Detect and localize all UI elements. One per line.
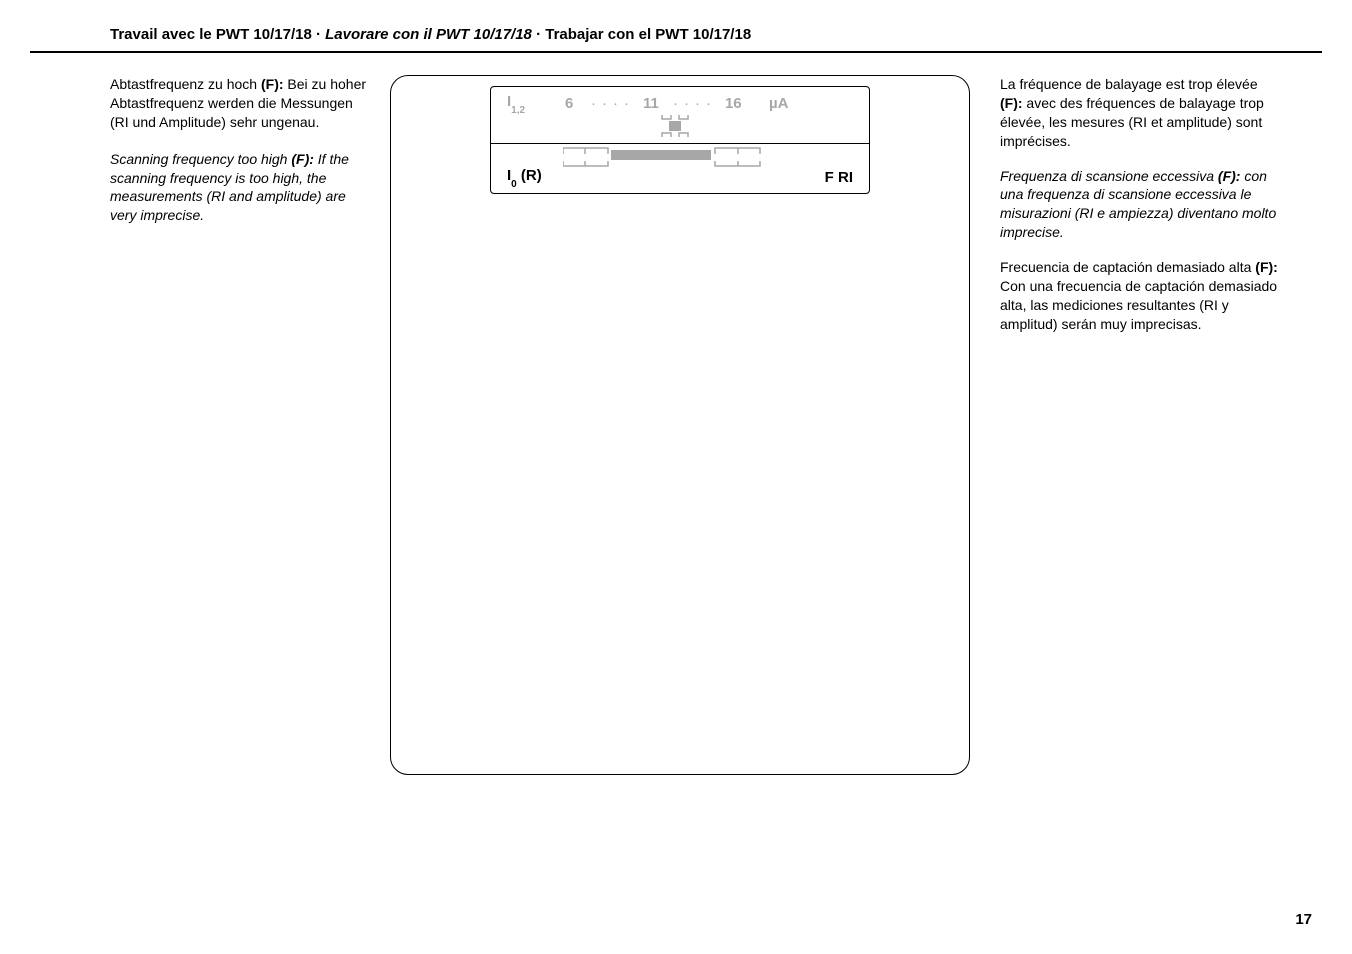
label-i0r: I0 (R) <box>507 167 542 187</box>
display-divider <box>491 143 869 144</box>
display-top-row: I1,2 6 ···· 11 ···· 16 µA <box>507 93 853 113</box>
de-text-pre: Abtastfrequenz zu hoch <box>110 76 261 92</box>
label-i12: I1,2 <box>507 93 555 113</box>
top-marker-icon <box>657 115 853 137</box>
center-column: I1,2 6 ···· 11 ···· 16 µA <box>390 75 970 775</box>
text-block-fr: La fréquence de balayage est trop élevée… <box>1000 75 1280 151</box>
right-column: La fréquence de balayage est trop élevée… <box>1000 75 1280 775</box>
text-block-it: Frequenza di scansione eccessiva (F): co… <box>1000 167 1280 243</box>
device-display: I1,2 6 ···· 11 ···· 16 µA <box>490 86 870 194</box>
text-block-de: Abtastfrequenz zu hoch (F): Bei zu hoher… <box>110 75 370 132</box>
en-text-pre: Scanning frequency too high <box>110 151 291 167</box>
display-scale-row <box>507 147 853 167</box>
scale-value-16: 16 <box>725 95 747 112</box>
it-text-bold: (F): <box>1218 168 1241 184</box>
header-text-fr: Travail avec le PWT 10/17/18 · <box>110 26 325 43</box>
fr-text-pre: La fréquence de balayage est trop élevée <box>1000 76 1258 92</box>
es-text-pre: Frecuencia de captación demasiado alta <box>1000 259 1255 275</box>
bottom-scale-icon <box>563 147 783 165</box>
scale-dots-2: ···· <box>673 95 717 112</box>
label-fri: F RI <box>825 169 853 186</box>
page-number: 17 <box>1295 911 1312 928</box>
en-text-bold: (F): <box>291 151 314 167</box>
text-block-es: Frecuencia de captación demasiado alta (… <box>1000 258 1280 334</box>
fr-text-post: avec des fréquences de balayage trop éle… <box>1000 95 1264 149</box>
es-text-bold: (F): <box>1255 259 1278 275</box>
es-text-post: Con una frecuencia de captación demasiad… <box>1000 278 1277 332</box>
de-text-bold: (F): <box>261 76 284 92</box>
header-text-es: · Trabajar con el PWT 10/17/18 <box>532 26 751 43</box>
fr-text-bold: (F): <box>1000 95 1023 111</box>
header-text-it: Lavorare con il PWT 10/17/18 <box>325 26 532 43</box>
scale-value-6: 6 <box>565 95 583 112</box>
display-bottom-row: I0 (R) F RI <box>507 167 853 187</box>
left-column: Abtastfrequenz zu hoch (F): Bei zu hoher… <box>110 75 370 775</box>
scale-dots-1: ···· <box>591 95 635 112</box>
scale-value-11: 11 <box>643 95 665 112</box>
it-text-pre: Frequenza di scansione eccessiva <box>1000 168 1218 184</box>
text-block-en: Scanning frequency too high (F): If the … <box>110 150 370 226</box>
page-header: Travail avec le PWT 10/17/18 · Lavorare … <box>30 26 1322 53</box>
device-outline: I1,2 6 ···· 11 ···· 16 µA <box>390 75 970 775</box>
unit-microamp: µA <box>769 95 788 112</box>
